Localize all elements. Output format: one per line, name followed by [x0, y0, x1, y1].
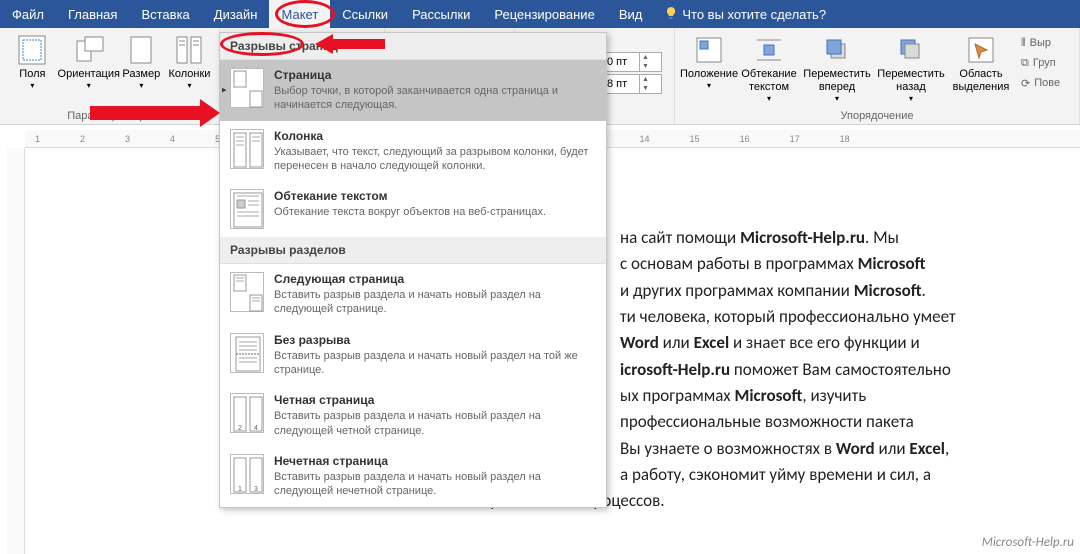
selection-pane-button[interactable]: Область выделения	[949, 30, 1013, 94]
spacing-after-value[interactable]	[605, 78, 639, 90]
svg-text:1: 1	[238, 486, 242, 493]
tab-design[interactable]: Дизайн	[202, 0, 270, 28]
dropdown-item-odd[interactable]: 13 Нечетная страницаВставить разрыв разд…	[220, 446, 606, 507]
orientation-label: Ориентация	[58, 68, 120, 81]
nextpage-icon	[230, 272, 264, 312]
columns-label: Колонки	[168, 68, 210, 81]
document-body-text: на сайт помощи Microsoft-Help.ru. Мы с о…	[620, 225, 1075, 515]
annotation-arrow-breaks	[315, 32, 385, 59]
svg-text:2: 2	[238, 425, 242, 432]
position-button[interactable]: Положение▾	[681, 30, 737, 91]
rotate-icon: ⟳	[1021, 77, 1030, 90]
tab-review[interactable]: Рецензирование	[482, 0, 606, 28]
tab-file[interactable]: Файл	[0, 0, 56, 28]
send-backward-button[interactable]: Переместить назад▾	[875, 30, 947, 104]
svg-text:3: 3	[254, 486, 258, 493]
selection-icon	[965, 34, 997, 66]
textwrap-break-title: Обтекание текстом	[274, 189, 596, 203]
spin-up-icon[interactable]: ▲	[639, 75, 651, 84]
orientation-button[interactable]: Ориентация▾	[61, 30, 117, 91]
forward-label: Переместить вперед	[801, 68, 873, 94]
nextpage-desc: Вставить разрыв раздела и начать новый р…	[274, 288, 596, 317]
nextpage-title: Следующая страница	[274, 272, 596, 286]
columns-button[interactable]: Колонки▾	[166, 30, 213, 91]
spin-down-icon[interactable]: ▼	[639, 84, 651, 93]
size-button[interactable]: Размер▾	[119, 30, 164, 91]
size-label: Размер	[122, 68, 160, 81]
watermark: Microsoft-Help.ru	[982, 535, 1074, 550]
wrap-icon	[753, 34, 785, 66]
tab-view[interactable]: Вид	[607, 0, 655, 28]
margins-button[interactable]: Поля▾	[6, 30, 59, 91]
tell-me[interactable]: Что вы хотите сделать?	[654, 0, 836, 28]
dropdown-header-section-breaks: Разрывы разделов	[220, 237, 606, 264]
annotation-circle-tab	[275, 0, 335, 28]
odd-title: Нечетная страница	[274, 454, 596, 468]
page-break-title: Страница	[274, 68, 596, 82]
spacing-before-input[interactable]: ▲▼	[604, 52, 662, 72]
size-icon	[125, 34, 157, 66]
tell-me-text: Что вы хотите сделать?	[682, 7, 826, 22]
even-icon: 24	[230, 393, 264, 433]
tab-mailings[interactable]: Рассылки	[400, 0, 482, 28]
even-desc: Вставить разрыв раздела и начать новый р…	[274, 409, 596, 438]
rotate-button[interactable]: ⟳Пове	[1021, 74, 1060, 92]
bulb-icon	[664, 6, 678, 23]
column-break-desc: Указывает, что текст, следующий за разры…	[274, 145, 596, 174]
textwrap-break-desc: Обтекание текста вокруг объектов на веб-…	[274, 205, 596, 219]
margins-label: Поля	[19, 68, 45, 81]
dropdown-item-continuous[interactable]: Без разрыва Вставить разрыв раздела и нач…	[220, 325, 606, 386]
arrange-mini-buttons: ⫴Выр ⧉Груп ⟳Пове	[1015, 30, 1064, 92]
position-icon	[693, 34, 725, 66]
dropdown-item-column[interactable]: Колонка Указывает, что текст, следующий з…	[220, 121, 606, 182]
page-break-icon	[230, 68, 264, 108]
wrap-label: Обтекание текстом	[739, 68, 799, 94]
wrap-button[interactable]: Обтекание текстом▾	[739, 30, 799, 104]
spin-down-icon[interactable]: ▼	[639, 62, 651, 71]
tab-home[interactable]: Главная	[56, 0, 129, 28]
spin-up-icon[interactable]: ▲	[639, 53, 651, 62]
group-button[interactable]: ⧉Груп	[1021, 54, 1060, 72]
continuous-desc: Вставить разрыв раздела и начать новый р…	[274, 349, 596, 378]
send-backward-icon	[895, 34, 927, 66]
textwrap-break-icon	[230, 189, 264, 229]
orientation-icon	[73, 34, 105, 66]
bring-forward-button[interactable]: Переместить вперед▾	[801, 30, 873, 104]
continuous-icon	[230, 333, 264, 373]
odd-icon: 13	[230, 454, 264, 494]
dropdown-item-nextpage[interactable]: Следующая страница Вставить разрыв раздел…	[220, 264, 606, 325]
tab-insert[interactable]: Вставка	[129, 0, 201, 28]
align-button[interactable]: ⫴Выр	[1021, 34, 1060, 52]
svg-text:4: 4	[254, 425, 258, 432]
dropdown-item-even[interactable]: 24 Четная страницаВставить разрыв раздел…	[220, 385, 606, 446]
column-break-icon	[230, 129, 264, 169]
spacing-before-value[interactable]	[605, 56, 639, 68]
annotation-circle-breaks	[220, 32, 304, 56]
group-arrange: Положение▾ Обтекание текстом▾ Переместит…	[675, 28, 1080, 124]
even-title: Четная страница	[274, 393, 596, 407]
ribbon-tabs: Файл Главная Вставка Дизайн Макет Ссылки…	[0, 0, 1080, 28]
backward-label: Переместить назад	[875, 68, 947, 94]
page-break-desc: Выбор точки, в которой заканчивается одн…	[274, 84, 596, 113]
column-break-title: Колонка	[274, 129, 596, 143]
margins-icon	[16, 34, 48, 66]
arrange-label: Упорядочение	[681, 110, 1073, 124]
dropdown-item-page[interactable]: Страница Выбор точки, в которой заканчива…	[220, 60, 606, 121]
bring-forward-icon	[821, 34, 853, 66]
spacing-after-input[interactable]: ▲▼	[604, 74, 662, 94]
dropdown-item-textwrap[interactable]: Обтекание текстом Обтекание текста вокруг…	[220, 181, 606, 237]
position-label: Положение	[680, 68, 738, 81]
align-icon: ⫴	[1021, 37, 1026, 50]
odd-desc: Вставить разрыв раздела и начать новый р…	[274, 470, 596, 499]
annotation-arrow-page	[90, 95, 220, 134]
tab-links[interactable]: Ссылки	[330, 0, 400, 28]
ruler-vertical[interactable]	[7, 148, 25, 554]
continuous-title: Без разрыва	[274, 333, 596, 347]
group-icon: ⧉	[1021, 57, 1029, 70]
columns-icon	[173, 34, 205, 66]
selection-label: Область выделения	[949, 68, 1013, 94]
breaks-dropdown: Разрывы страниц СтраницаВыбор точки, в к…	[219, 32, 607, 508]
